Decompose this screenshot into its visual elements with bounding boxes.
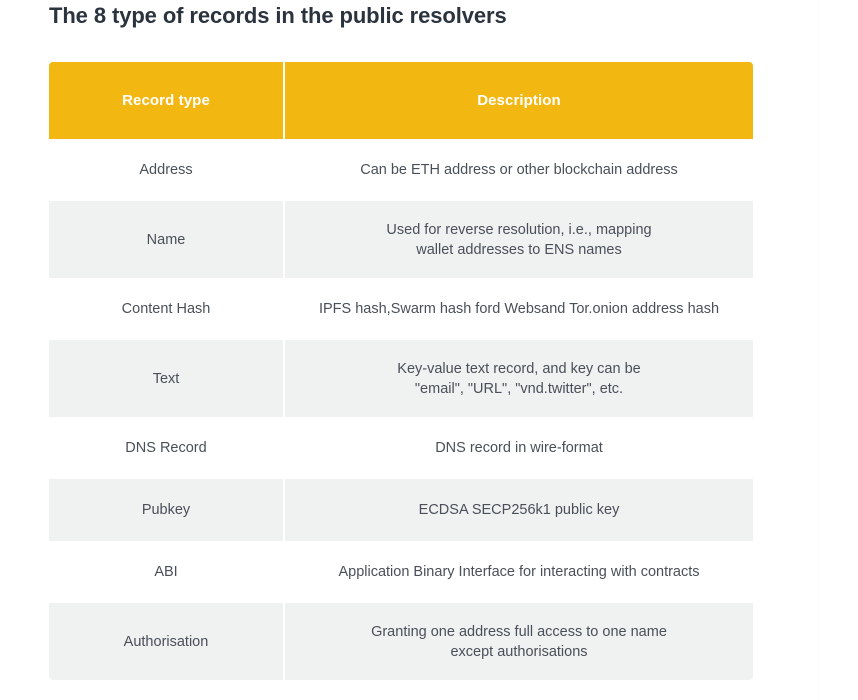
cell-record-type: ABI (49, 541, 285, 603)
content-container-edge (818, 0, 819, 700)
description-line: Used for reverse resolution, i.e., mappi… (386, 221, 652, 238)
table-row: Pubkey ECDSA SECP256k1 public key (49, 479, 753, 541)
cell-record-type: Content Hash (49, 278, 285, 340)
table-body: Address Can be ETH address or other bloc… (49, 139, 753, 680)
table-row: DNS Record DNS record in wire-format (49, 417, 753, 479)
cell-record-type: Address (49, 139, 285, 201)
description-line: Key-value text record, and key can be (397, 360, 641, 377)
table-header: Record type Description (49, 62, 753, 139)
cell-record-type: Pubkey (49, 479, 285, 541)
cell-description: IPFS hash,Swarm hash ford Websand Tor.on… (285, 278, 753, 340)
cell-record-type: Authorisation (49, 603, 285, 680)
page-title: The 8 type of records in the public reso… (49, 2, 507, 28)
description-line: Application Binary Interface for interac… (338, 564, 700, 580)
cell-description: Application Binary Interface for interac… (285, 541, 753, 603)
cell-description: ECDSA SECP256k1 public key (285, 479, 753, 541)
cell-description: Key-value text record, and key can be "e… (285, 340, 753, 417)
column-header-description: Description (285, 62, 753, 139)
table-row: Content Hash IPFS hash,Swarm hash ford W… (49, 278, 753, 340)
table-row: Text Key-value text record, and key can … (49, 340, 753, 417)
description-line: DNS record in wire-format (435, 440, 603, 456)
cell-record-type: Text (49, 340, 285, 417)
table-row: Authorisation Granting one address full … (49, 603, 753, 680)
cell-description: Used for reverse resolution, i.e., mappi… (285, 201, 753, 278)
table-header-row: Record type Description (49, 62, 753, 139)
table-row: ABI Application Binary Interface for int… (49, 541, 753, 603)
description-line: ECDSA SECP256k1 public key (418, 502, 620, 518)
description-line: wallet addresses to ENS names (416, 241, 622, 258)
column-header-record-type: Record type (49, 62, 285, 139)
records-table: Record type Description Address Can be E… (49, 62, 753, 680)
description-line: "email", "URL", "vnd.twitter", etc. (414, 380, 624, 397)
description-line: Granting one address full access to one … (371, 623, 667, 640)
description-line: IPFS hash,Swarm hash ford Websand Tor.on… (318, 301, 720, 317)
table-row: Name Used for reverse resolution, i.e., … (49, 201, 753, 278)
cell-description: DNS record in wire-format (285, 417, 753, 479)
cell-record-type: Name (49, 201, 285, 278)
table-row: Address Can be ETH address or other bloc… (49, 139, 753, 201)
article-content: The 8 type of records in the public reso… (49, 0, 753, 680)
description-line: Can be ETH address or other blockchain a… (360, 162, 678, 178)
description-line: except authorisations (450, 643, 588, 660)
cell-description: Can be ETH address or other blockchain a… (285, 139, 753, 201)
cell-description: Granting one address full access to one … (285, 603, 753, 680)
cell-record-type: DNS Record (49, 417, 285, 479)
